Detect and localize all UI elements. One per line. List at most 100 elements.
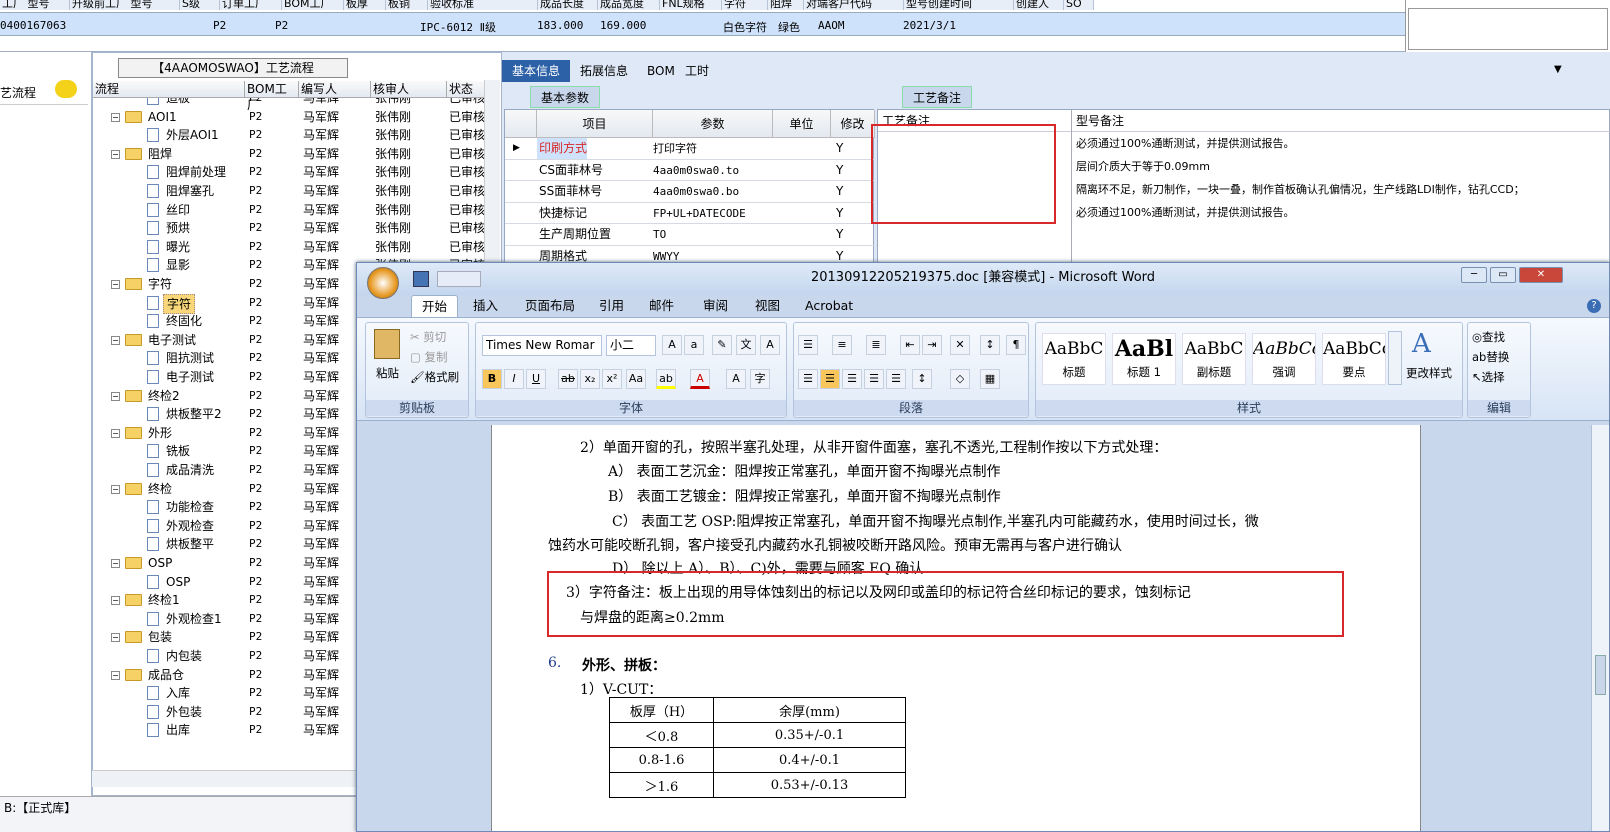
col-header-process[interactable]: 流程	[93, 81, 245, 98]
col-header-writer[interactable]: 编写人	[299, 81, 371, 98]
office-button[interactable]	[367, 267, 399, 299]
phonetic-icon[interactable]: 文	[736, 335, 756, 355]
italic-icon[interactable]: I	[504, 369, 524, 389]
collapse-icon[interactable]: −	[111, 391, 120, 401]
collapse-icon[interactable]: −	[111, 280, 120, 289]
tree-row[interactable]: 预烘 P2 马军辉 张伟刚 已审核	[93, 219, 485, 238]
col-header-item[interactable]: 项目	[537, 110, 653, 138]
style-item[interactable]: AaBbC 标题	[1042, 333, 1106, 385]
styles-scroll[interactable]	[1388, 331, 1402, 385]
collapse-icon[interactable]: −	[111, 149, 120, 159]
col-header[interactable]: 字符	[722, 0, 768, 10]
col-header-bom[interactable]: BOM工厂	[245, 81, 299, 112]
param-row[interactable]: ▶ 印刷方式 打印字符 Y	[505, 138, 875, 160]
col-header-param[interactable]: 参数	[653, 110, 773, 138]
ribbon-tab[interactable]: 开始	[411, 295, 459, 317]
col-header[interactable]: 阻焊	[768, 0, 804, 10]
col-header-unit[interactable]: 单位	[773, 110, 831, 138]
table-row-selected[interactable]: 0400167063 P2 P2 IPC-6012 Ⅱ级 183.000 169…	[0, 12, 1405, 36]
superscript-icon[interactable]: x²	[602, 369, 622, 389]
ribbon-tab[interactable]: 插入	[463, 295, 508, 317]
col-header[interactable]: 成品宽度	[598, 0, 660, 10]
tab-basic-params[interactable]: 基本参数	[530, 86, 601, 108]
param-row[interactable]: 生产周期位置 TO Y	[505, 224, 875, 246]
line-spacing-icon[interactable]: ↕	[912, 369, 932, 389]
show-marks-icon[interactable]: ¶	[1006, 335, 1026, 355]
multilevel-icon[interactable]: ≣	[866, 335, 886, 355]
grow-font-icon[interactable]: A	[662, 335, 682, 355]
align-left-icon[interactable]: ☰	[798, 369, 818, 389]
tree-row[interactable]: 曝光 P2 马军辉 张伟刚 已审核	[93, 238, 485, 257]
strikethrough-icon[interactable]: ab	[558, 369, 578, 389]
collapse-icon[interactable]: −	[111, 559, 120, 568]
tree-row[interactable]: 阻焊前处理 P2 马军辉 张伟刚 已审核	[93, 163, 485, 182]
tree-row[interactable]: − 阻焊 P2 马军辉 张伟刚 已审核	[93, 145, 485, 164]
collapse-icon[interactable]: −	[111, 633, 120, 643]
style-item[interactable]: AaBbCcD 要点	[1322, 333, 1386, 385]
tab-hours[interactable]: 工时	[675, 60, 719, 82]
distributed-icon[interactable]: ☰	[886, 369, 906, 389]
col-header[interactable]: 订单工厂	[220, 0, 282, 10]
align-center-icon[interactable]: ☰	[820, 369, 840, 389]
enclose-char-icon[interactable]: 字	[750, 369, 770, 389]
col-header[interactable]: 板厚	[344, 0, 386, 10]
ribbon-tab[interactable]: 引用	[589, 295, 634, 317]
bold-icon[interactable]: B	[482, 369, 502, 389]
col-header[interactable]: S级	[180, 0, 220, 10]
borders-icon[interactable]: ▦	[980, 369, 1000, 389]
highlight-icon[interactable]: ab	[656, 369, 676, 389]
dropdown-icon[interactable]: ▼	[1554, 64, 1562, 75]
col-header-modify[interactable]: 修改	[831, 110, 875, 138]
ribbon-tab[interactable]: 邮件	[639, 295, 684, 317]
clear-format-icon[interactable]: ✎	[712, 335, 732, 355]
font-color-icon[interactable]: A	[690, 369, 710, 389]
cut-button[interactable]: ✂ 剪切	[410, 329, 446, 345]
minimize-button[interactable]: ─	[1461, 267, 1487, 283]
col-header[interactable]: FNL规格	[660, 0, 722, 10]
find-button[interactable]: ◎查找	[1472, 329, 1505, 345]
scroll-thumb[interactable]	[1595, 655, 1606, 695]
chat-bubble-icon[interactable]	[55, 80, 77, 98]
nav-item-process[interactable]: 艺流程	[0, 80, 88, 105]
collapse-icon[interactable]: −	[111, 670, 120, 680]
style-item[interactable]: AaBbCcDc 强调	[1252, 333, 1316, 385]
col-header[interactable]: SO	[1064, 0, 1094, 10]
param-row[interactable]: SS面菲林号 4aa0m0swa0.bo Y	[505, 181, 875, 203]
align-right-icon[interactable]: ☰	[842, 369, 862, 389]
shading-icon[interactable]: ◇	[950, 369, 970, 389]
tree-row[interactable]: − AOI1 P2 马军辉 张伟刚 已审核	[93, 108, 485, 127]
format-painter-button[interactable]: 🖌格式刷	[410, 369, 459, 385]
ribbon-tab[interactable]: Acrobat	[795, 295, 863, 317]
justify-icon[interactable]: ☰	[864, 369, 884, 389]
col-header[interactable]: 型号创建时间	[904, 0, 1014, 10]
col-header[interactable]: 对端客户代码	[804, 0, 904, 10]
ribbon-tab[interactable]: 页面布局	[515, 295, 585, 317]
ribbon-tab[interactable]: 视图	[745, 295, 790, 317]
save-icon[interactable]	[413, 271, 429, 287]
bullets-icon[interactable]: ☰	[798, 335, 818, 355]
increase-indent-icon[interactable]: ⇥	[922, 335, 942, 355]
col-header-status[interactable]: 状态	[447, 81, 485, 98]
col-header-reviewer[interactable]: 核审人	[371, 81, 447, 98]
style-item[interactable]: AaBbC 副标题	[1182, 333, 1246, 385]
help-icon[interactable]: ?	[1587, 299, 1601, 313]
col-header[interactable]: 成品长度	[538, 0, 598, 10]
tab-basic-info[interactable]: 基本信息	[502, 60, 571, 82]
param-row[interactable]: 快捷标记 FP+UL+DATECODE Y	[505, 203, 875, 224]
char-shading-icon[interactable]: A	[726, 369, 746, 389]
chinese-layout-icon[interactable]: ✕	[950, 335, 970, 355]
tab-extended-info[interactable]: 拓展信息	[570, 60, 638, 82]
document-vscroll[interactable]	[1591, 425, 1609, 831]
tree-row[interactable]: 外层AOI1 P2 马军辉 张伟刚 已审核	[93, 126, 485, 145]
decrease-indent-icon[interactable]: ⇤	[900, 335, 920, 355]
col-header[interactable]: 升级前工厂 型号	[70, 0, 180, 10]
param-row[interactable]: CS面菲林号 4aa0m0swa0.to Y	[505, 160, 875, 181]
style-item[interactable]: AaBl 标题 1	[1112, 333, 1176, 385]
col-header[interactable]: BOM工厂	[282, 0, 344, 10]
document-page[interactable]: 2）单面开窗的孔，按照半塞孔处理，从非开窗件面塞，塞孔不透光,工程制作按以下方式…	[491, 425, 1421, 831]
change-styles-button[interactable]: 更改样式	[1406, 365, 1452, 381]
font-name-select[interactable]: Times New Romar	[482, 335, 602, 356]
collapse-icon[interactable]: −	[111, 112, 120, 122]
close-button[interactable]: ✕	[1519, 267, 1563, 283]
copy-button[interactable]: ▢ 复制	[410, 349, 448, 365]
